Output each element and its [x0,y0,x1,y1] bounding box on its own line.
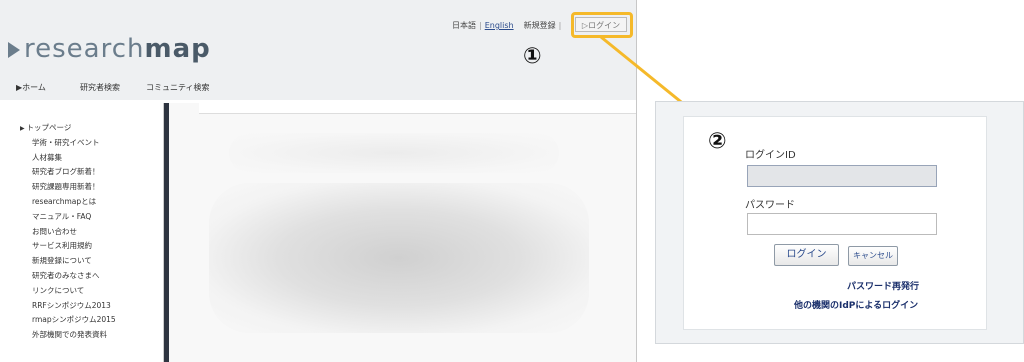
login-panel: ② ログインID パスワード ログイン キャンセル パスワード再発行 他の機関の… [655,101,1024,344]
sidebar-item-events[interactable]: 学術・研究イベント [20,136,163,151]
login-id-label: ログインID [745,150,796,161]
logo-text-map: map [144,34,211,64]
login-highlight-box [571,12,633,38]
lang-english[interactable]: English [485,21,514,30]
cancel-button[interactable]: キャンセル [848,246,898,266]
content-tab-strip [199,103,636,114]
nav-home[interactable]: ▶ホーム [16,82,46,93]
sidebar-item-about[interactable]: researchmapとは [20,195,163,210]
sidebar-item-symposium-2013[interactable]: RRFシンポジウム2013 [20,299,163,314]
sidebar-item-contact[interactable]: お問い合わせ [20,225,163,240]
step-1-marker: ① [523,44,542,69]
login-id-input[interactable] [747,165,937,187]
login-submit-button[interactable]: ログイン [774,244,839,266]
sidebar-item-jobs[interactable]: 人材募集 [20,151,163,166]
lang-japanese[interactable]: 日本語 [452,21,476,30]
main-content-blurred [169,103,636,362]
logo-text-research: research [24,34,145,64]
step-2-marker: ② [708,129,727,154]
nav-community-search[interactable]: コミュニティ検索 [146,82,210,93]
register-link[interactable]: 新規登録 [524,21,556,30]
top-links: 日本語 | English 新規登録 | [452,21,562,30]
blurred-region [229,133,559,173]
logo-triangle-icon [8,41,20,58]
main-nav: ▶ホーム 研究者検索 コミュニティ検索 [0,76,636,98]
sidebar-item-blog[interactable]: 研究者ブログ新着！ [20,165,163,180]
sidebar-item-registration[interactable]: 新規登録について [20,254,163,269]
sidebar-item-links[interactable]: リンクについて [20,284,163,299]
sidebar-item-projects[interactable]: 研究課題専用新着！ [20,180,163,195]
researchmap-logo[interactable]: researchmap [8,34,211,64]
sidebar-item-manual[interactable]: マニュアル・FAQ [20,210,163,225]
password-label: パスワード [745,200,795,211]
sidebar-item-terms[interactable]: サービス利用規約 [20,239,163,254]
blurred-region [209,183,589,333]
idp-login-link[interactable]: 他の機関のIdPによるログイン [794,298,918,311]
login-form: ② ログインID パスワード ログイン キャンセル パスワード再発行 他の機関の… [683,116,987,330]
sidebar-item-symposium-2015[interactable]: rmapシンポジウム2015 [20,313,163,328]
sidebar-item-external[interactable]: 外部機関での発表資料 [20,328,163,343]
sidebar-item-researchers[interactable]: 研究者のみなさまへ [20,269,163,284]
password-input[interactable] [747,213,937,235]
password-reissue-link[interactable]: パスワード再発行 [847,279,919,292]
sidebar-item-top[interactable]: トップページ [20,121,163,136]
sidebar: トップページ 学術・研究イベント 人材募集 研究者ブログ新着！ 研究課題専用新着… [0,103,164,362]
nav-researcher-search[interactable]: 研究者検索 [80,82,120,93]
